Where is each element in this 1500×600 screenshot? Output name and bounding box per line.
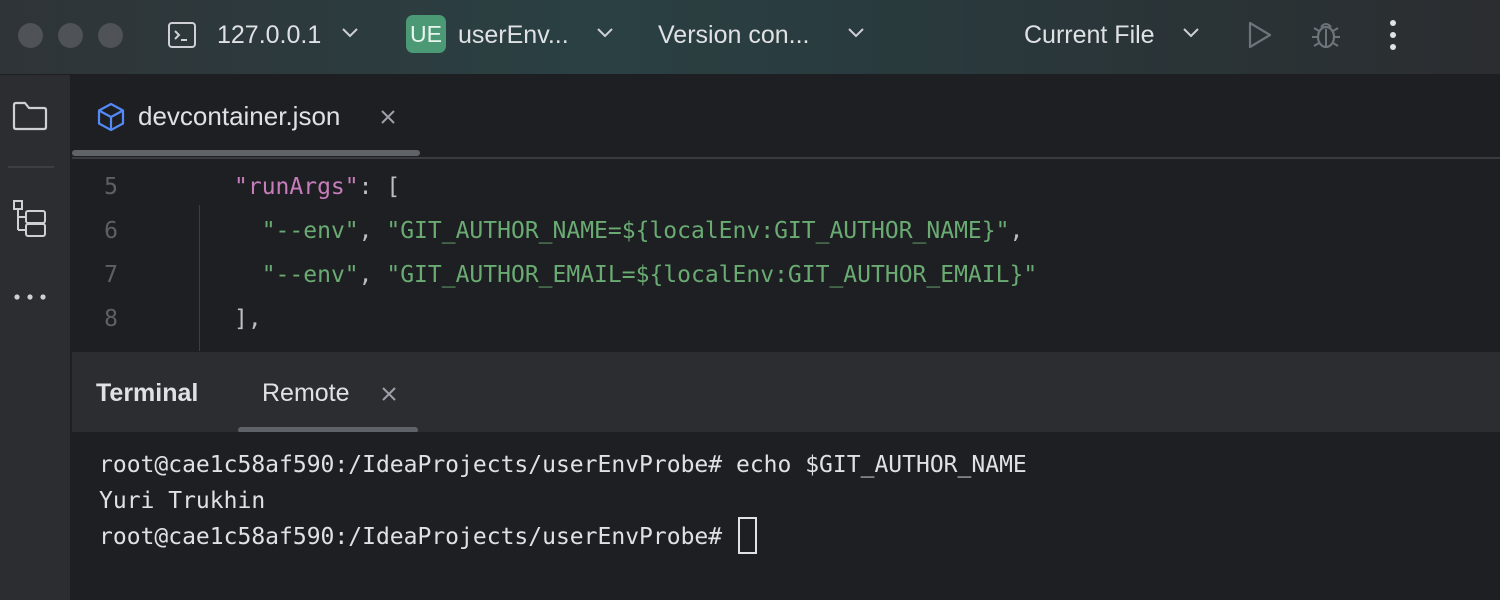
project-name: userEnv... bbox=[458, 21, 569, 49]
line-number: 5 bbox=[104, 174, 118, 200]
strip-divider bbox=[8, 166, 54, 168]
terminal-cursor bbox=[737, 516, 757, 554]
terminal-line: root@cae1c58af590:/IdeaProjects/userEnvP… bbox=[99, 452, 1027, 478]
more-vertical-icon[interactable] bbox=[1385, 18, 1401, 52]
code-text: "runArgs": [ bbox=[234, 165, 400, 209]
code-token: , bbox=[1009, 218, 1024, 244]
ssh-host-label: 127.0.0.1 bbox=[217, 21, 322, 49]
json-string: "GIT_AUTHOR_EMAIL=${localEnv:GIT_AUTHOR_… bbox=[386, 262, 1038, 288]
terminal-output[interactable]: root@cae1c58af590:/IdeaProjects/userEnvP… bbox=[72, 432, 1500, 600]
code-token: , bbox=[358, 262, 387, 288]
code-text: "--env", "GIT_AUTHOR_NAME=${localEnv:GIT… bbox=[234, 209, 1024, 253]
terminal-prompt-line: root@cae1c58af590:/IdeaProjects/userEnvP… bbox=[99, 516, 757, 555]
editor-tab-bar: devcontainer.json bbox=[72, 75, 1500, 159]
tab-filename: devcontainer.json bbox=[138, 101, 341, 131]
run-icon[interactable] bbox=[1244, 20, 1274, 50]
chevron-down-icon bbox=[342, 28, 358, 38]
editor-tab-devcontainer[interactable]: devcontainer.json bbox=[72, 75, 420, 157]
project-badge: UE bbox=[406, 15, 446, 53]
json-string: "GIT_AUTHOR_NAME=${localEnv:GIT_AUTHOR_N… bbox=[386, 218, 1010, 244]
json-string: "--env" bbox=[261, 218, 359, 244]
json-key: "runArgs" bbox=[234, 174, 359, 200]
window-zoom-button[interactable] bbox=[98, 23, 123, 48]
terminal-header: Terminal Remote bbox=[72, 352, 1500, 433]
tool-window-strip bbox=[0, 75, 71, 600]
code-editor[interactable]: 5 "runArgs": [6 "--env", "GIT_AUTHOR_NAME… bbox=[72, 159, 1500, 351]
code-token: , bbox=[358, 218, 387, 244]
run-config-label: Current File bbox=[1024, 21, 1155, 49]
line-number: 6 bbox=[104, 218, 118, 244]
window-close-button[interactable] bbox=[18, 23, 43, 48]
terminal-tab-label: Remote bbox=[262, 379, 350, 407]
chevron-down-icon bbox=[597, 28, 613, 38]
code-line: 6 "--env", "GIT_AUTHOR_NAME=${localEnv:G… bbox=[72, 209, 1500, 253]
line-number: 7 bbox=[104, 262, 118, 288]
json-string: "--env" bbox=[261, 262, 359, 288]
folder-icon[interactable] bbox=[12, 100, 48, 132]
terminal-tab-remote[interactable]: Remote bbox=[238, 352, 418, 433]
code-line: 7 "--env", "GIT_AUTHOR_EMAIL=${localEnv:… bbox=[72, 253, 1500, 297]
window-minimize-button[interactable] bbox=[58, 23, 83, 48]
terminal-prompt: root@cae1c58af590:/IdeaProjects/userEnvP… bbox=[99, 524, 736, 550]
code-text: ], bbox=[234, 297, 262, 341]
vcs-label: Version con... bbox=[658, 21, 810, 49]
json-cube-icon bbox=[97, 102, 125, 132]
code-line: 8], bbox=[72, 297, 1500, 341]
code-token: ], bbox=[234, 306, 262, 332]
debug-icon[interactable] bbox=[1309, 18, 1343, 52]
title-bar: 127.0.0.1 UE userEnv... Version con... C… bbox=[0, 0, 1500, 75]
chevron-down-icon bbox=[1183, 28, 1199, 38]
active-tab-indicator bbox=[72, 150, 420, 156]
chevron-down-icon bbox=[848, 28, 864, 38]
terminal-title: Terminal bbox=[96, 379, 199, 407]
code-line: 5 "runArgs": [ bbox=[72, 165, 1500, 209]
terminal-icon bbox=[168, 22, 196, 48]
close-icon[interactable] bbox=[381, 386, 397, 402]
code-token: : [ bbox=[358, 174, 401, 200]
code-text: "--env", "GIT_AUTHOR_EMAIL=${localEnv:GI… bbox=[234, 253, 1037, 297]
terminal-line: Yuri Trukhin bbox=[99, 488, 266, 514]
line-number: 8 bbox=[104, 306, 118, 332]
structure-icon[interactable] bbox=[12, 199, 48, 237]
more-horizontal-icon[interactable] bbox=[12, 292, 48, 302]
close-icon[interactable] bbox=[380, 109, 396, 125]
